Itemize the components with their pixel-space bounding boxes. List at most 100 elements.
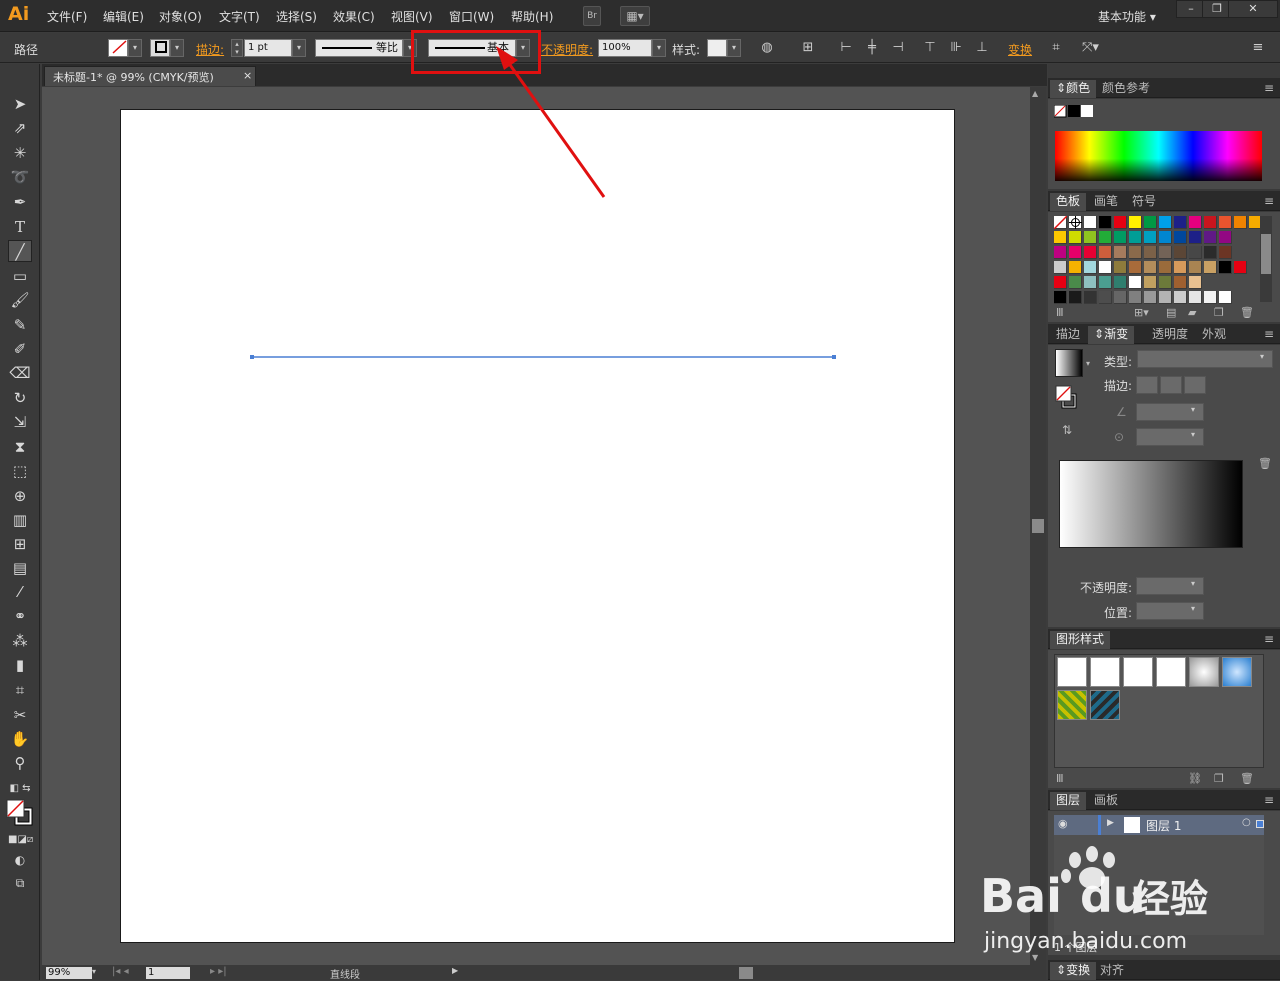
status-menu-icon[interactable]: ▶: [452, 966, 458, 975]
gradient-type-select[interactable]: ▾: [1137, 350, 1273, 368]
graphic-style-swatch[interactable]: [707, 39, 727, 57]
style-yellow-pattern[interactable]: [1057, 690, 1087, 720]
swatch[interactable]: [1204, 261, 1217, 274]
screen-mode-icon[interactable]: ⧉: [8, 872, 32, 894]
swatch-options-icon[interactable]: ▤: [1166, 306, 1176, 319]
slice-tool-icon[interactable]: ✂: [8, 704, 32, 726]
vertical-scrollbar[interactable]: ▲ ▼: [1030, 87, 1046, 965]
swatch-kind-icon[interactable]: ⊞▾: [1134, 306, 1149, 319]
blend-tool-icon[interactable]: ⚭: [8, 605, 32, 627]
isolate-icon[interactable]: ⌗: [1048, 40, 1064, 56]
swatch[interactable]: [1174, 216, 1187, 229]
swatch[interactable]: [1159, 291, 1172, 304]
tab-symbols[interactable]: 符号: [1126, 193, 1162, 211]
swatch[interactable]: [1054, 246, 1067, 259]
swatch[interactable]: [1174, 246, 1187, 259]
panel-menu-icon[interactable]: ≡: [1250, 40, 1266, 56]
menu-edit[interactable]: 编辑(E): [103, 8, 144, 25]
column-graph-tool-icon[interactable]: ▮: [8, 654, 32, 676]
swatch[interactable]: [1144, 246, 1157, 259]
zoom-input[interactable]: 99%: [46, 967, 92, 979]
swatch[interactable]: [1159, 246, 1172, 259]
stroke-color-dropdown[interactable]: ▾: [170, 39, 184, 57]
reverse-gradient-icon[interactable]: ⇅: [1062, 423, 1072, 437]
horizontal-scroll-thumb[interactable]: [739, 967, 753, 979]
style-white[interactable]: [1123, 657, 1153, 687]
swatch[interactable]: [1219, 291, 1232, 304]
gradient-menu-icon[interactable]: ≡: [1258, 326, 1280, 344]
new-color-group-icon[interactable]: ▰: [1188, 306, 1196, 319]
swatch[interactable]: [1189, 246, 1202, 259]
swatch[interactable]: [1099, 291, 1112, 304]
swatch[interactable]: [1174, 261, 1187, 274]
rectangle-tool-icon[interactable]: ▭: [8, 265, 32, 287]
scroll-up-icon[interactable]: ▲: [1032, 89, 1038, 98]
line-segment-tool-icon[interactable]: ╱: [8, 240, 32, 262]
stroke-gradient-along-icon[interactable]: [1160, 376, 1182, 394]
tab-appearance[interactable]: 外观: [1196, 326, 1232, 344]
draw-mode-icon[interactable]: ◐: [8, 849, 32, 871]
tab-layers[interactable]: 图层: [1050, 792, 1087, 810]
gradient-thumbnail-dropdown[interactable]: ▾: [1086, 359, 1090, 368]
arrange-documents-button[interactable]: ▦▾: [620, 6, 650, 26]
close-tab-icon[interactable]: ×: [243, 69, 252, 82]
layers-menu-icon[interactable]: ≡: [1258, 792, 1280, 810]
style-no-fill[interactable]: [1090, 657, 1120, 687]
gradient-opacity-input[interactable]: ▾: [1136, 577, 1204, 595]
vertical-scroll-thumb[interactable]: [1032, 519, 1044, 533]
swatch[interactable]: [1053, 215, 1068, 230]
swatch[interactable]: [1219, 261, 1232, 274]
pen-tool-icon[interactable]: ✒: [8, 191, 32, 213]
paintbrush-tool-icon[interactable]: 🖌: [8, 289, 32, 311]
tab-transparency[interactable]: 透明度: [1146, 326, 1194, 344]
swatch[interactable]: [1084, 231, 1097, 244]
rotate-tool-icon[interactable]: ↻: [8, 387, 32, 409]
swatch[interactable]: [1144, 231, 1157, 244]
fill-dropdown[interactable]: ▾: [128, 39, 142, 57]
selected-line-path[interactable]: [249, 352, 839, 362]
swatch[interactable]: [1189, 231, 1202, 244]
gradient-thumbnail[interactable]: [1055, 349, 1083, 377]
document-tab[interactable]: 未标题-1* @ 99% (CMYK/预览) ×: [44, 66, 256, 86]
swatch[interactable]: [1069, 216, 1082, 229]
swatch[interactable]: [1174, 276, 1187, 289]
opacity-dropdown[interactable]: ▾: [652, 39, 666, 57]
artboard-number-input[interactable]: 1: [146, 967, 190, 979]
align-middle-icon[interactable]: ⊪: [948, 40, 964, 56]
swatch[interactable]: [1219, 246, 1232, 259]
swatch[interactable]: [1054, 291, 1067, 304]
swatch[interactable]: [1069, 276, 1082, 289]
perspective-grid-tool-icon[interactable]: ▥: [8, 509, 32, 531]
swatch[interactable]: [1189, 216, 1202, 229]
swatch[interactable]: [1189, 291, 1202, 304]
style-dropdown[interactable]: ▾: [727, 39, 741, 57]
style-soft[interactable]: [1189, 657, 1219, 687]
swatch[interactable]: [1099, 246, 1112, 259]
swatch[interactable]: [1144, 291, 1157, 304]
swatch[interactable]: [1114, 216, 1127, 229]
styles-library-icon[interactable]: Ⅲ: [1056, 772, 1064, 785]
swatch[interactable]: [1129, 261, 1142, 274]
new-swatch-icon[interactable]: ❐: [1214, 306, 1224, 319]
eyedropper-tool-icon[interactable]: ⁄: [8, 581, 32, 603]
tab-stroke[interactable]: 描边: [1050, 326, 1086, 344]
tab-transform[interactable]: ⇕变换: [1050, 962, 1097, 980]
swatch[interactable]: [1204, 246, 1217, 259]
direct-selection-tool-icon[interactable]: ⇗: [8, 117, 32, 139]
artboard-tool-icon[interactable]: ⌗: [8, 679, 32, 701]
delete-swatch-icon[interactable]: 🗑: [1240, 306, 1254, 319]
swatch[interactable]: [1084, 216, 1097, 229]
swatch-grid[interactable]: [1053, 215, 1262, 306]
align-right-icon[interactable]: ⊣: [890, 40, 906, 56]
swatches-scroll-thumb[interactable]: [1261, 234, 1271, 274]
swatch[interactable]: [1219, 216, 1232, 229]
style-default[interactable]: [1057, 657, 1087, 687]
swatch[interactable]: [1069, 291, 1082, 304]
swatch-library-icon[interactable]: Ⅲ: [1056, 306, 1064, 319]
delete-stop-icon[interactable]: 🗑: [1258, 457, 1272, 470]
scroll-down-icon[interactable]: ▼: [1032, 953, 1038, 962]
fill-none-icon[interactable]: [108, 39, 128, 57]
swatch[interactable]: [1234, 216, 1247, 229]
swatches-menu-icon[interactable]: ≡: [1258, 193, 1280, 211]
menu-window[interactable]: 窗口(W): [449, 8, 494, 25]
